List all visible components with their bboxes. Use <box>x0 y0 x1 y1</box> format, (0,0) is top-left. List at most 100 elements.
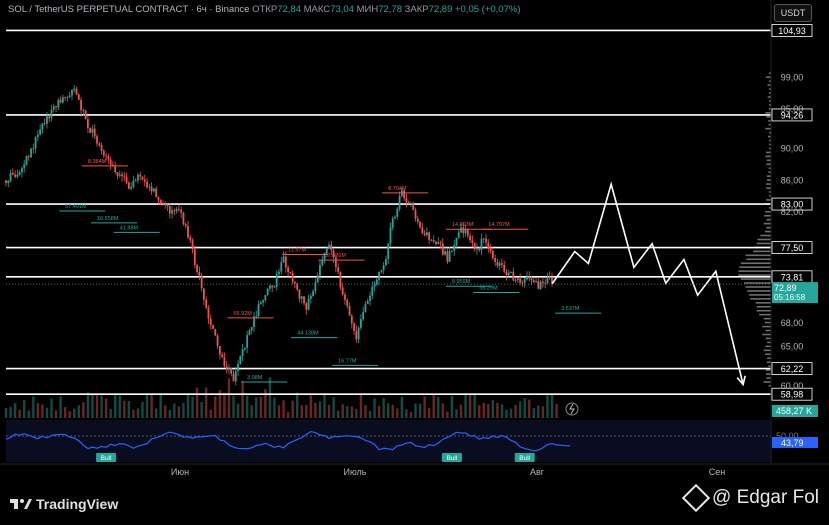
volume-bar <box>169 410 171 418</box>
candle-body <box>212 325 214 329</box>
candle-body <box>205 300 207 308</box>
volume-bar <box>182 403 184 418</box>
volume-bar <box>146 393 148 418</box>
volume-bar <box>442 403 444 418</box>
y-axis-tick-label: 65,00 <box>781 342 804 352</box>
volume-bar <box>50 399 52 418</box>
candle-body <box>442 243 444 254</box>
volume-bar <box>501 404 503 418</box>
candle-body <box>289 272 291 273</box>
candle-body <box>349 306 351 316</box>
candle-body <box>51 110 53 119</box>
volume-bar <box>519 401 521 418</box>
y-axis-tick-label: 99,00 <box>781 72 804 82</box>
volume-bar <box>164 405 166 418</box>
volume-bar <box>314 403 316 418</box>
volume-bar <box>9 407 11 418</box>
volume-bar <box>150 394 152 418</box>
volume-bar <box>223 393 225 418</box>
candle-body <box>35 137 37 148</box>
candle-body <box>510 272 512 273</box>
tradingview-logo[interactable]: TradingView <box>10 496 118 512</box>
candle-body <box>519 278 521 282</box>
candle-body <box>453 245 455 251</box>
volume-profile-bar <box>765 346 771 348</box>
candle-body <box>499 263 501 266</box>
volume-bar <box>46 408 48 418</box>
volume-profile-bar <box>760 235 771 237</box>
volume-profile-bar <box>766 219 771 221</box>
candle-body <box>76 89 78 95</box>
candle-body <box>219 346 221 354</box>
candle-body <box>440 242 442 243</box>
volume-bar <box>255 397 257 418</box>
candle-body <box>208 308 210 319</box>
volume-bar <box>505 410 507 418</box>
price-chart[interactable]: 104,9394,2683,0077,5073,8162,2258,9899,0… <box>0 0 829 525</box>
candle-body <box>433 240 435 241</box>
candle-body <box>394 217 396 219</box>
candle-body <box>301 296 303 298</box>
candle-body <box>155 189 157 197</box>
candle-body <box>346 300 348 306</box>
volume-bar <box>310 396 312 418</box>
candle-body <box>474 243 476 249</box>
candle-body <box>469 236 471 241</box>
volume-bar <box>205 388 207 418</box>
volume-bar <box>273 397 275 418</box>
y-axis-tick-label: 90,00 <box>781 144 804 154</box>
volume-profile-bar <box>766 199 771 201</box>
key-level-label: 104,93 <box>778 26 806 36</box>
volume-profile-bar <box>767 342 771 344</box>
candle-body <box>137 175 139 181</box>
volume-bar <box>528 400 530 418</box>
candle-body <box>119 174 121 175</box>
candle-body <box>501 263 503 265</box>
candle-body <box>5 180 7 183</box>
volume-profile-bar <box>765 156 771 158</box>
candle-body <box>162 203 164 204</box>
volume-bar <box>514 405 516 418</box>
candle-body <box>214 329 216 336</box>
volume-profile-bar <box>753 251 771 253</box>
candle-body <box>32 148 34 149</box>
x-axis-label: Июль <box>344 467 367 477</box>
volume-bar <box>137 408 139 418</box>
key-level-label: 73,81 <box>781 272 804 282</box>
volume-level-label: 57.401M <box>65 204 87 210</box>
volume-level-label: 8.959M <box>452 279 471 285</box>
candle-body <box>69 95 71 97</box>
change-value: +0,05 (+0,07%) <box>455 4 521 15</box>
candle-body <box>283 257 285 263</box>
candle-body <box>503 265 505 272</box>
candle-body <box>14 175 16 177</box>
candle-body <box>310 296 312 299</box>
candle-body <box>305 303 307 309</box>
volume-profile-bar <box>764 215 771 217</box>
volume-profile-bar <box>768 84 771 86</box>
author-watermark: @ Edgar Fol <box>686 487 819 509</box>
volume-bar <box>423 396 425 418</box>
candle-body <box>424 233 426 235</box>
candle-body <box>173 210 175 211</box>
candle-body <box>524 279 526 282</box>
candle-body <box>194 249 196 264</box>
volume-bar <box>373 398 375 418</box>
candle-body <box>187 226 189 237</box>
candle-body <box>53 106 55 109</box>
candle-body <box>262 300 264 302</box>
volume-bar <box>360 394 362 418</box>
volume-bar <box>155 408 157 418</box>
candle-body <box>542 282 544 283</box>
volume-bar <box>232 396 234 418</box>
symbol-title[interactable]: SOL / TetherUS PERPETUAL CONTRACT · 6ч ·… <box>8 4 249 15</box>
candle-body <box>94 129 96 137</box>
candle-body <box>23 165 25 169</box>
candle-body <box>16 175 18 177</box>
volume-bar <box>87 392 89 418</box>
candle-body <box>292 273 294 282</box>
candle-body <box>85 110 87 119</box>
candle-body <box>515 280 517 281</box>
volume-profile-bar <box>766 152 771 154</box>
currency-button[interactable]: USDT <box>774 4 812 22</box>
